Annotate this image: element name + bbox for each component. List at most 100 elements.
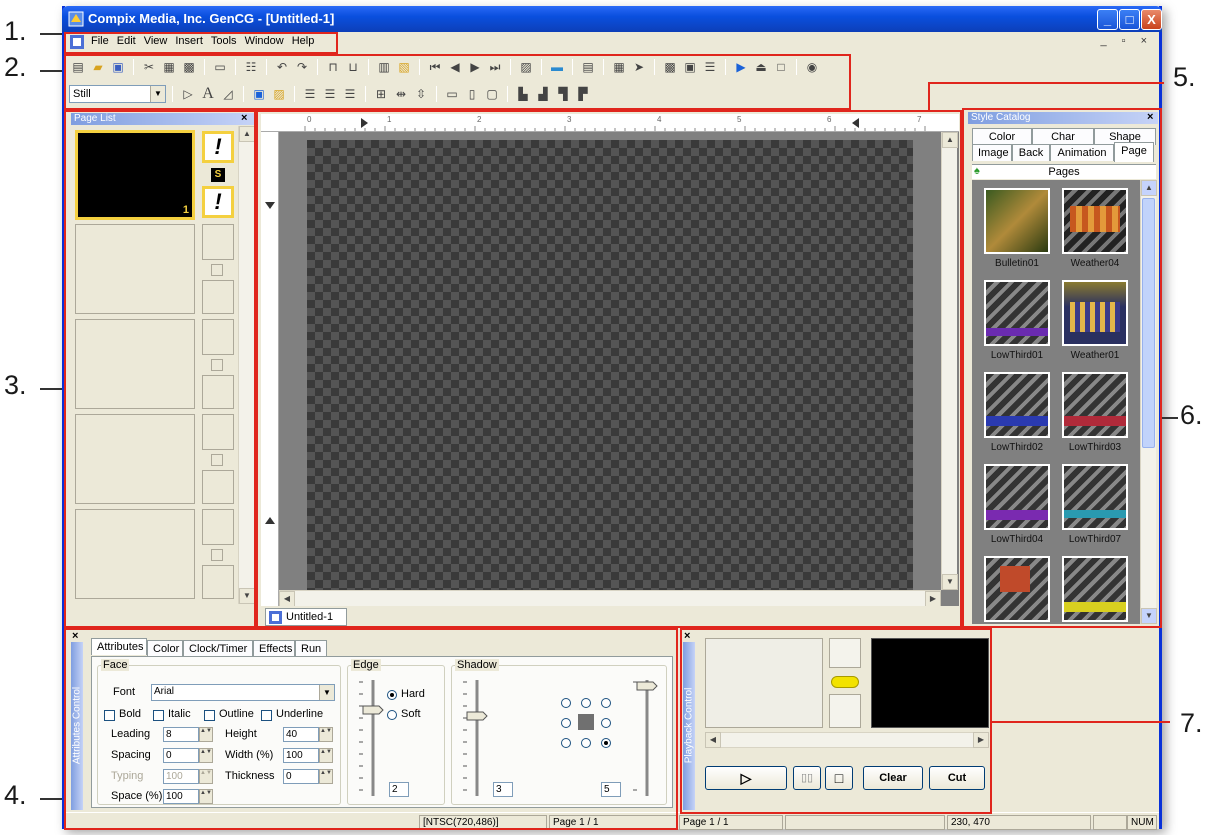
catalog-item-weather04[interactable]	[1062, 188, 1128, 254]
edge-slider[interactable]	[355, 676, 385, 800]
leading-input[interactable]: 8	[163, 727, 199, 742]
style-catalog-close[interactable]: ×	[1147, 111, 1153, 123]
leading-stepper[interactable]: ▲▼	[199, 727, 213, 742]
scroll-up-icon[interactable]: ▲	[942, 132, 958, 148]
clear-button[interactable]: Clear	[863, 766, 923, 790]
edge-soft-radio[interactable]	[387, 710, 397, 720]
last-page-icon[interactable]: ⏭	[486, 58, 504, 76]
edge-hard-radio[interactable]	[387, 690, 397, 700]
catalog-item-partial[interactable]	[1062, 556, 1128, 622]
scroll-up-icon[interactable]: ▲	[1141, 180, 1157, 196]
play-icon[interactable]: ▶	[732, 58, 750, 76]
distribute-h-icon[interactable]: ⇹	[392, 85, 410, 103]
catalog-item-lowthird07[interactable]	[1062, 464, 1128, 530]
mdi-controls[interactable]: _ ▫ ×	[1100, 35, 1153, 47]
document-tab[interactable]: Untitled-1	[265, 608, 347, 626]
send-backward-icon[interactable]: ▛	[574, 85, 592, 103]
spacing-stepper[interactable]: ▲▼	[199, 748, 213, 763]
cut-button[interactable]: Cut	[929, 766, 985, 790]
page-slot[interactable]	[75, 319, 195, 409]
page-list-scrollbar[interactable]: ▲ ▼	[238, 126, 255, 604]
tab-page[interactable]: Page	[1114, 142, 1154, 162]
paste-icon[interactable]: ▩	[180, 58, 198, 76]
catalog-item-lowthird04[interactable]	[984, 464, 1050, 530]
layout-icon[interactable]: ▩	[661, 58, 679, 76]
tab-color[interactable]: Color	[972, 128, 1032, 145]
menu-edit[interactable]: Edit	[113, 32, 140, 47]
scroll-left-icon[interactable]: ◀	[279, 591, 295, 607]
catalog-item-lowthird01[interactable]	[984, 280, 1050, 346]
print-icon[interactable]: ▭	[211, 58, 229, 76]
clip-tool-icon[interactable]: ▨	[270, 85, 288, 103]
copy-icon[interactable]: ▦	[160, 58, 178, 76]
catalog-item-lowthird02[interactable]	[984, 372, 1050, 438]
scroll-left-icon[interactable]: ◀	[705, 732, 721, 748]
maximize-button[interactable]: □	[1119, 9, 1140, 30]
image-tool-icon[interactable]: ▣	[250, 85, 268, 103]
playback-close[interactable]: ×	[684, 630, 690, 642]
send-back-icon[interactable]: ▟	[534, 85, 552, 103]
scroll-down-icon[interactable]: ▼	[1141, 608, 1157, 624]
pointer-icon[interactable]: ▷	[179, 85, 197, 103]
shadow-dir-radio[interactable]	[581, 698, 591, 708]
record-icon[interactable]: ◉	[803, 58, 821, 76]
bold-checkbox[interactable]	[104, 710, 115, 721]
menu-file[interactable]: File	[87, 32, 113, 47]
list-icon[interactable]: ☰	[701, 58, 719, 76]
bring-front-icon[interactable]: ▙	[514, 85, 532, 103]
tab-image[interactable]: Image	[972, 144, 1012, 161]
scroll-right-icon[interactable]: ▶	[973, 732, 989, 748]
pause-button[interactable]: ▯▯	[793, 766, 821, 790]
align-center-icon[interactable]: ☰	[321, 85, 339, 103]
page-icon[interactable]: ▥	[375, 58, 393, 76]
monitor-icon[interactable]: ▬	[548, 58, 566, 76]
catalog-scroll-thumb[interactable]	[1142, 198, 1155, 448]
canvas[interactable]	[307, 140, 913, 596]
catalog-item-lowthird03[interactable]	[1062, 372, 1128, 438]
canvas-hscroll[interactable]: ◀ ▶	[279, 590, 941, 607]
page-list-close[interactable]: ×	[241, 112, 247, 124]
align-grid-icon[interactable]: ⊞	[372, 85, 390, 103]
title-bar[interactable]: Compix Media, Inc. GenCG - [Untitled-1] …	[62, 6, 1162, 32]
same-size-icon[interactable]: ▢	[483, 85, 501, 103]
tab-attributes[interactable]: Attributes	[91, 638, 147, 655]
playback-slot-bottom[interactable]	[829, 694, 861, 728]
stop-button[interactable]: □	[825, 766, 853, 790]
shadow-dir-radio[interactable]	[561, 718, 571, 728]
arrow-icon[interactable]: ➤	[630, 58, 648, 76]
space-input[interactable]: 100	[163, 789, 199, 804]
page-style-icon[interactable]: ▧	[395, 58, 413, 76]
new-icon[interactable]: ▤	[69, 58, 87, 76]
spacing-input[interactable]: 0	[163, 748, 199, 763]
same-width-icon[interactable]: ▭	[443, 85, 461, 103]
height-stepper[interactable]: ▲▼	[319, 727, 333, 742]
page-thumbnail-1[interactable]: 1	[75, 130, 195, 220]
catalog-item-bulletin01[interactable]	[984, 188, 1050, 254]
tab-back[interactable]: Back	[1012, 144, 1050, 161]
grid-icon[interactable]: ▦	[610, 58, 628, 76]
playback-slot-top[interactable]	[829, 638, 861, 668]
canvas-vscroll[interactable]: ▲ ▼	[941, 132, 958, 590]
shadow-dir-radio[interactable]	[601, 738, 611, 748]
tab-char[interactable]: Char	[1032, 128, 1094, 145]
edge-value-input[interactable]: 2	[389, 782, 409, 797]
shadow-slider-2[interactable]	[629, 676, 659, 800]
page-slot[interactable]	[75, 224, 195, 314]
save-icon[interactable]: ▣	[109, 58, 127, 76]
align-left-icon[interactable]: ☰	[301, 85, 319, 103]
scroll-right-icon[interactable]: ▶	[925, 591, 941, 607]
font-select[interactable]: Arial ▼	[151, 684, 335, 701]
scroll-down-icon[interactable]: ▼	[942, 574, 958, 590]
tab-effects[interactable]: Effects	[253, 640, 295, 657]
space-stepper[interactable]: ▲▼	[199, 789, 213, 804]
catalog-item-weather01[interactable]	[1062, 280, 1128, 346]
open-icon[interactable]: ▰	[89, 58, 107, 76]
alert-icon[interactable]: !	[202, 131, 234, 163]
shadow-dir-radio[interactable]	[561, 738, 571, 748]
scroll-down-icon[interactable]: ▼	[239, 588, 255, 604]
play-button[interactable]: ▷	[705, 766, 787, 790]
shadow-value-2-input[interactable]: 5	[601, 782, 621, 797]
underline-checkbox[interactable]	[261, 710, 272, 721]
tab-animation[interactable]: Animation	[1050, 144, 1114, 161]
shadow-value-1-input[interactable]: 3	[493, 782, 513, 797]
